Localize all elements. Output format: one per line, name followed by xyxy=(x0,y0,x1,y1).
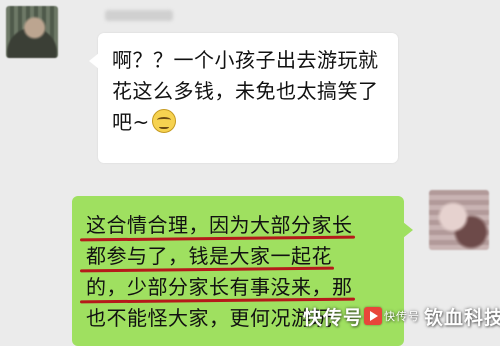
sender-avatar[interactable] xyxy=(6,6,58,58)
sent-message-line: 都参与了，钱是大家一起花 xyxy=(86,241,404,272)
smirk-emoji-icon xyxy=(151,109,176,133)
received-message-bubble[interactable]: 啊？？一个小孩子出去游玩就 花这么多钱，未免也太搞笑了 吧~ xyxy=(89,33,398,163)
sent-message-text: 这合情合理，因为大部分家长 xyxy=(86,210,353,241)
received-message-text: 吧~ xyxy=(112,110,150,134)
watermark-text-left: 快传号 xyxy=(303,306,364,329)
sent-message-line: 这合情合理，因为大部分家长 xyxy=(86,210,404,241)
self-avatar[interactable] xyxy=(429,190,489,250)
sender-name-blurred: blurred-name xyxy=(105,10,173,21)
sent-message-text: 也不能怪大家，更何况游玩 xyxy=(86,306,332,330)
play-logo-icon xyxy=(364,307,383,325)
sent-message-text: 都参与了，钱是大家一起花 xyxy=(86,241,332,272)
watermark-text-small: 快传号 xyxy=(384,310,421,323)
sent-message-line: 的，少部分家长有事没来，那 xyxy=(86,272,404,303)
sent-message-text: 的，少部分家长有事没来，那 xyxy=(86,272,353,303)
received-message-line: 啊？？一个小孩子出去游玩就 xyxy=(112,48,379,72)
received-message-line: 花这么多钱，未免也太搞笑了 xyxy=(112,79,379,103)
watermark: 快传号 快传号 钦血科技 xyxy=(303,300,500,332)
received-message-line: 吧~ xyxy=(112,107,398,138)
watermark-text-right: 钦血科技 xyxy=(424,306,500,329)
